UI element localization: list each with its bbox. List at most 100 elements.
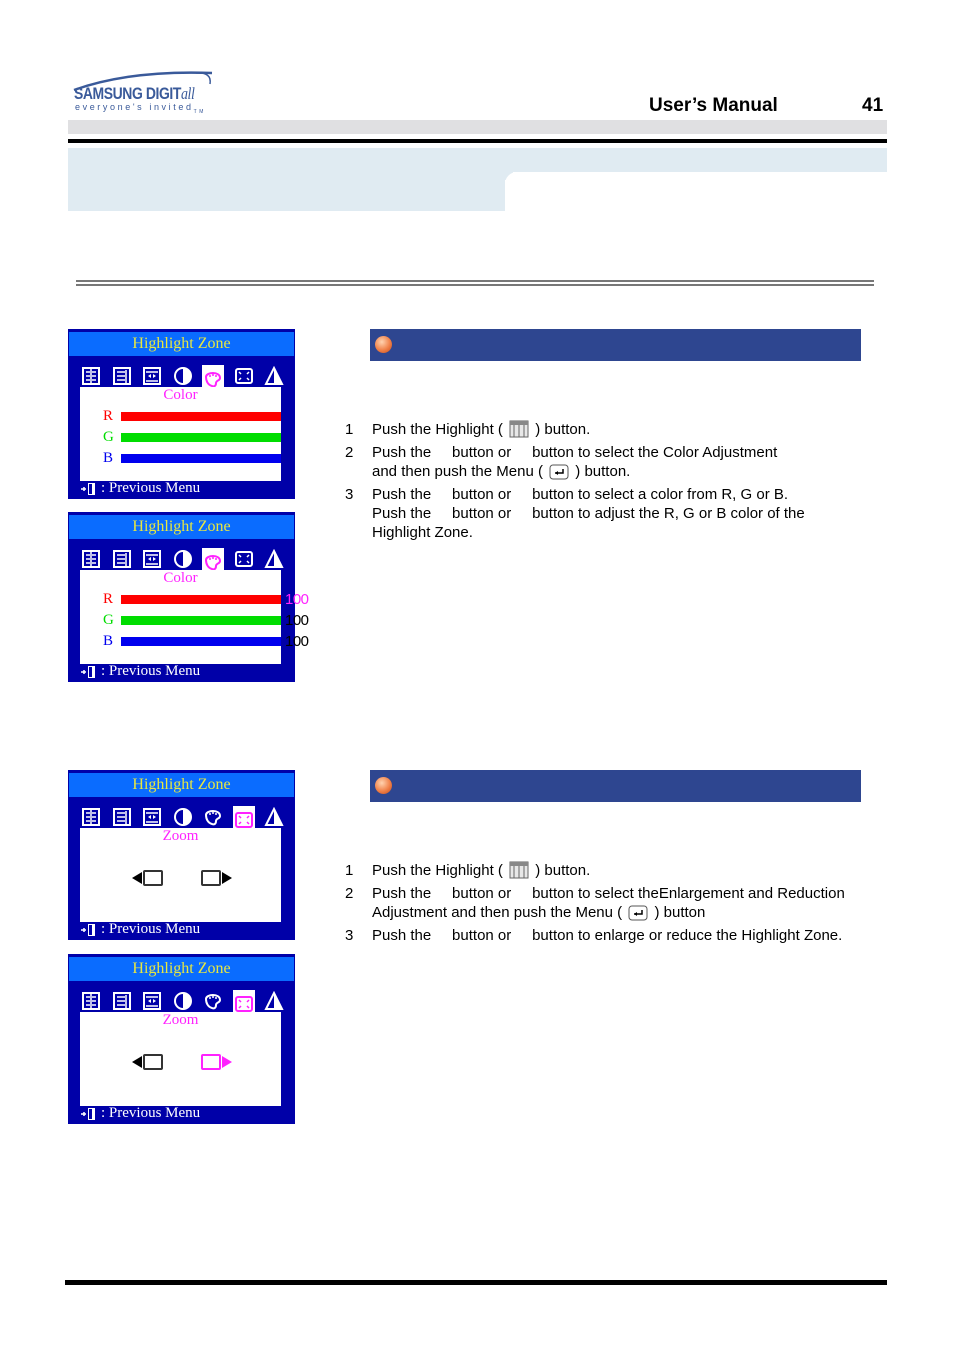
osd-panel-title: Zoom xyxy=(162,1012,199,1028)
zoom-box-icon xyxy=(201,1054,221,1070)
color-letter: G xyxy=(103,428,114,445)
color-level-bar xyxy=(121,615,281,625)
step-number: 3 xyxy=(345,486,354,503)
sharpness-box-icon xyxy=(111,806,133,828)
osd-icon-row xyxy=(80,806,285,833)
arrow-left-icon xyxy=(132,872,142,884)
header-rule xyxy=(68,139,887,143)
exit-icon xyxy=(81,923,95,936)
color-row-r: R xyxy=(103,407,281,424)
instruction-step: 3 Push the button or button to enlarge or… xyxy=(345,926,892,945)
contrast-box-icon xyxy=(80,365,102,387)
color-row-r: R 100 xyxy=(103,590,309,608)
osd-menu-screenshot: Highlight Zone Zoom: Previous Menu xyxy=(68,770,295,940)
color-letter: G xyxy=(103,611,114,628)
color-value: 100 xyxy=(285,590,309,608)
osd-menu-screenshot: Highlight Zone Zoom : Previous Menu xyxy=(68,954,295,1124)
manual-title: User’s Manual xyxy=(649,95,778,116)
osd-icon-row xyxy=(80,548,285,575)
arrow-right-icon xyxy=(222,1056,232,1068)
osd-panel: Color R G B xyxy=(80,387,281,481)
half-circle-icon xyxy=(172,365,194,387)
color-level-bar xyxy=(121,594,281,604)
arrow-left-icon xyxy=(132,1056,142,1068)
section-header-zoom xyxy=(370,770,861,802)
zoom-box-icon xyxy=(233,548,255,570)
logo-brand: SAMSUNG DIGITall xyxy=(74,84,195,103)
menu-enter-icon xyxy=(628,905,648,926)
contrast-box-icon xyxy=(80,806,102,828)
steps-zoom: 1 Push the Highlight ( ) button. 2 Push the… xyxy=(345,861,892,945)
triangle-icon xyxy=(263,806,285,828)
color-level-bar xyxy=(121,411,281,421)
half-circle-icon xyxy=(172,990,194,1012)
brightness-box-icon xyxy=(141,806,163,828)
exit-icon xyxy=(81,1107,95,1120)
sharpness-box-icon xyxy=(111,365,133,387)
arrow-right-icon xyxy=(222,872,232,884)
instruction-step: 3 Push the button or button to select a c… xyxy=(345,485,892,542)
previous-menu-hint: : Previous Menu xyxy=(81,1105,200,1122)
osd-title: Highlight Zone xyxy=(69,957,294,981)
instruction-step: 1 Push the Highlight ( ) button. xyxy=(345,420,892,443)
osd-title: Highlight Zone xyxy=(69,332,294,356)
osd-menu-screenshot: Highlight Zone Color R 100 G 100 B 100 : Previou… xyxy=(68,512,309,682)
previous-menu-hint: : Previous Menu xyxy=(81,921,200,938)
color-level-bar xyxy=(121,453,281,463)
step-number: 1 xyxy=(345,862,354,879)
exit-icon xyxy=(81,482,95,495)
highlight-button-icon xyxy=(509,861,529,884)
title-banner-tab xyxy=(505,148,887,172)
step-text: Push the Highlight ( ) button. xyxy=(372,861,892,884)
title-banner xyxy=(68,148,505,211)
bullet-icon xyxy=(375,336,392,353)
header-band xyxy=(68,120,887,134)
color-palette-icon xyxy=(202,990,224,1012)
previous-menu-hint: : Previous Menu xyxy=(81,663,200,680)
logo-tagline: everyone's invitedTM xyxy=(75,102,206,115)
section-header-color xyxy=(370,329,861,361)
osd-icon-row xyxy=(80,365,285,392)
half-circle-icon xyxy=(172,806,194,828)
color-level-bar xyxy=(121,636,281,646)
sharpness-box-icon xyxy=(111,548,133,570)
color-letter: R xyxy=(103,407,114,424)
brightness-box-icon xyxy=(141,548,163,570)
step-text: Push the button or button to enlarge or … xyxy=(372,927,843,944)
zoom-box-icon xyxy=(201,870,221,886)
sharpness-box-icon xyxy=(111,990,133,1012)
zoom-box-icon xyxy=(143,870,163,886)
osd-panel-title: Color xyxy=(163,570,198,586)
color-row-g: G xyxy=(103,428,281,445)
previous-menu-hint: : Previous Menu xyxy=(81,480,200,497)
instruction-step: 1 Push the Highlight ( ) button. xyxy=(345,861,892,884)
enlarge-control xyxy=(201,870,232,886)
triangle-icon xyxy=(263,548,285,570)
zoom-box-icon xyxy=(143,1054,163,1070)
step-number: 1 xyxy=(345,421,354,438)
bullet-icon xyxy=(375,777,392,794)
color-value: 100 xyxy=(285,632,309,650)
samsung-logo: SAMSUNG DIGITall everyone's invitedTM xyxy=(70,70,215,115)
menu-enter-icon xyxy=(549,464,569,485)
color-row-b: B xyxy=(103,450,281,466)
osd-panel: Color R 100 G 100 B 100 xyxy=(80,570,309,664)
triangle-icon xyxy=(263,990,285,1012)
osd-title: Highlight Zone xyxy=(69,515,294,539)
banner-corner xyxy=(505,172,517,184)
color-letter: R xyxy=(103,590,114,607)
osd-panel: Zoom xyxy=(80,1012,281,1106)
osd-icon-row xyxy=(80,990,285,1017)
step-text: Push the button or button to select a co… xyxy=(372,486,805,541)
color-value: 100 xyxy=(285,611,309,629)
osd-panel-title: Zoom xyxy=(162,828,199,844)
step-number: 2 xyxy=(345,444,354,461)
step-number: 2 xyxy=(345,885,354,902)
reduce-control xyxy=(132,1054,163,1070)
step-number: 3 xyxy=(345,927,354,944)
footer-rule xyxy=(65,1280,887,1285)
step-text: Push the button or button to select the … xyxy=(372,443,892,485)
instruction-step: 2 Push the button or button to select the… xyxy=(345,443,892,485)
color-letter: B xyxy=(103,632,114,649)
brightness-box-icon xyxy=(141,365,163,387)
